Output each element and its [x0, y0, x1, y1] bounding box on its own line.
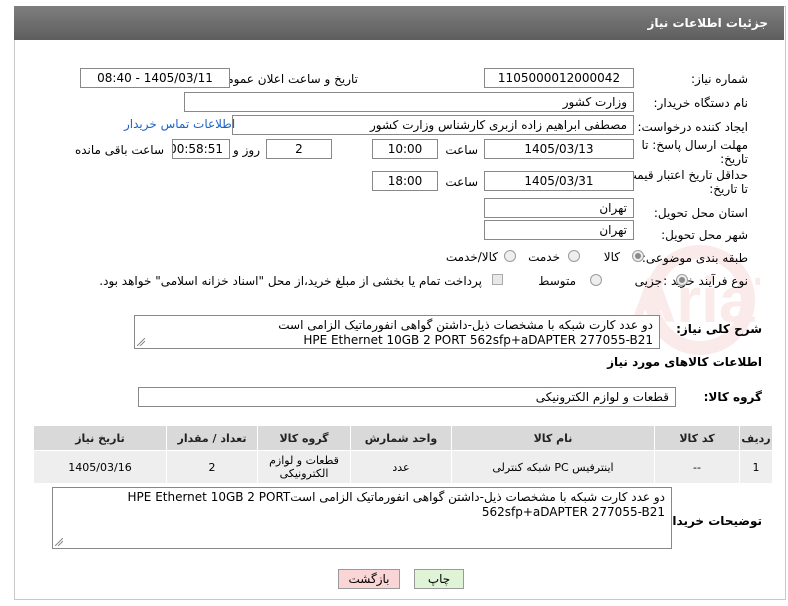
- cell-group: قطعات و لوازم الکترونیکی: [257, 450, 351, 484]
- city-label: شهر محل تحویل:: [661, 228, 748, 242]
- col-date-header: تاریخ نیاز: [33, 425, 167, 451]
- treasury-payment-note: پرداخت تمام یا بخشی از مبلغ خرید،از محل …: [99, 274, 482, 288]
- province-field: تهران: [484, 198, 634, 218]
- announce-datetime-label: تاریخ و ساعت اعلان عمومی:: [213, 72, 358, 86]
- days-label: روز و: [233, 143, 260, 157]
- col-group-header: گروه کالا: [257, 425, 351, 451]
- price-validity-label-2: تا تاریخ:: [709, 182, 748, 196]
- col-unit-header: واحد شمارش: [350, 425, 452, 451]
- buyer-org-label: نام دستگاه خریدار:: [653, 96, 749, 110]
- col-code-header: کد کالا: [654, 425, 740, 451]
- reply-time-field: 10:00: [372, 139, 438, 159]
- category-service-label: خدمت: [528, 250, 560, 264]
- cell-date: 1405/03/16: [33, 450, 167, 484]
- cell-name: اینترفیس PC شبکه کنترلی: [451, 450, 655, 484]
- col-qty-header: تعداد / مقدار: [166, 425, 258, 451]
- col-name-header: نام کالا: [451, 425, 655, 451]
- goods-group-label: گروه کالا:: [703, 390, 762, 404]
- table-row[interactable]: 1 -- اینترفیس PC شبکه کنترلی عدد قطعات و…: [33, 450, 773, 484]
- province-label: استان محل تحویل:: [653, 206, 748, 220]
- category-goods-radio[interactable]: [632, 250, 644, 262]
- announce-datetime-field: 1405/03/11 - 08:40: [80, 68, 230, 88]
- panel-header: جزئیات اطلاعات نیاز: [14, 6, 784, 40]
- resize-grip-icon[interactable]: [55, 538, 63, 546]
- panel-title: جزئیات اطلاعات نیاز: [647, 16, 768, 30]
- resize-grip-icon[interactable]: [137, 338, 145, 346]
- cell-unit: عدد: [350, 450, 452, 484]
- purchase-medium-radio[interactable]: [590, 274, 602, 286]
- cell-row: 1: [739, 450, 773, 484]
- reply-date-field: 1405/03/13: [484, 139, 634, 159]
- days-remaining-field: 2: [266, 139, 332, 159]
- price-time-label: ساعت: [445, 175, 478, 189]
- city-field: تهران: [484, 220, 634, 240]
- reply-time-label: ساعت: [445, 143, 478, 157]
- price-time-field: 18:00: [372, 171, 438, 191]
- category-service-radio[interactable]: [568, 250, 580, 262]
- price-date-field: 1405/03/31: [484, 171, 634, 191]
- reply-deadline-label-2: تاریخ:: [720, 152, 748, 166]
- print-button[interactable]: چاپ: [414, 569, 464, 589]
- need-number-label: شماره نیاز:: [691, 72, 748, 86]
- purchase-medium-label: متوسط: [538, 274, 576, 288]
- cell-code: --: [654, 450, 740, 484]
- cell-qty: 2: [166, 450, 258, 484]
- requester-label: ایجاد کننده درخواست:: [637, 120, 748, 134]
- category-label: طبقه بندی موضوعی:: [641, 251, 748, 265]
- goods-group-field: قطعات و لوازم الکترونیکی: [138, 387, 676, 407]
- buyer-contact-link[interactable]: اطلاعات تماس خریدار: [124, 117, 235, 131]
- col-row-header: ردیف: [739, 425, 773, 451]
- description-textarea[interactable]: دو عدد کارت شبکه با مشخصات ذیل-داشتن گوا…: [134, 315, 660, 349]
- purchase-minor-radio[interactable]: [676, 274, 688, 286]
- need-number-field: 1105000012000042: [484, 68, 634, 88]
- buyer-notes-line-1: دو عدد کارت شبکه با مشخصات ذیل-داشتن گوا…: [127, 490, 665, 504]
- category-both-radio[interactable]: [504, 250, 516, 262]
- buyer-notes-line-2: 562sfp+aDAPTER 277055-B21: [481, 505, 665, 519]
- buyer-notes-label: توضیحات خریدار:: [660, 514, 762, 528]
- requester-field: مصطفی ابراهیم زاده ازبری کارشناس وزارت ک…: [232, 115, 634, 135]
- table-header-row: ردیف کد کالا نام کالا واحد شمارش گروه کا…: [33, 425, 773, 451]
- back-button[interactable]: بازگشت: [338, 569, 400, 589]
- description-label: شرح کلی نیاز:: [676, 322, 762, 336]
- treasury-payment-checkbox[interactable]: [492, 274, 503, 285]
- remaining-time-label: ساعت باقی مانده: [74, 143, 164, 157]
- reply-deadline-label: مهلت ارسال پاسخ: تا: [641, 138, 748, 152]
- buyer-org-field: وزارت کشور: [184, 92, 634, 112]
- purchase-minor-label: جزیی: [634, 274, 662, 288]
- remaining-time-field: 00:58:51: [172, 139, 230, 159]
- goods-table: ردیف کد کالا نام کالا واحد شمارش گروه کا…: [33, 425, 773, 484]
- category-both-label: کالا/خدمت: [445, 250, 498, 264]
- description-line-2: HPE Ethernet 10GB 2 PORT 562sfp+aDAPTER …: [303, 333, 653, 347]
- buyer-notes-textarea[interactable]: دو عدد کارت شبکه با مشخصات ذیل-داشتن گوا…: [52, 487, 672, 549]
- price-validity-label: حداقل تاریخ اعتبار قیمت:: [621, 168, 748, 182]
- description-line-1: دو عدد کارت شبکه با مشخصات ذیل-داشتن گوا…: [278, 318, 653, 332]
- goods-info-title: اطلاعات کالاهای مورد نیاز: [607, 355, 762, 369]
- category-goods-label: کالا: [603, 250, 620, 264]
